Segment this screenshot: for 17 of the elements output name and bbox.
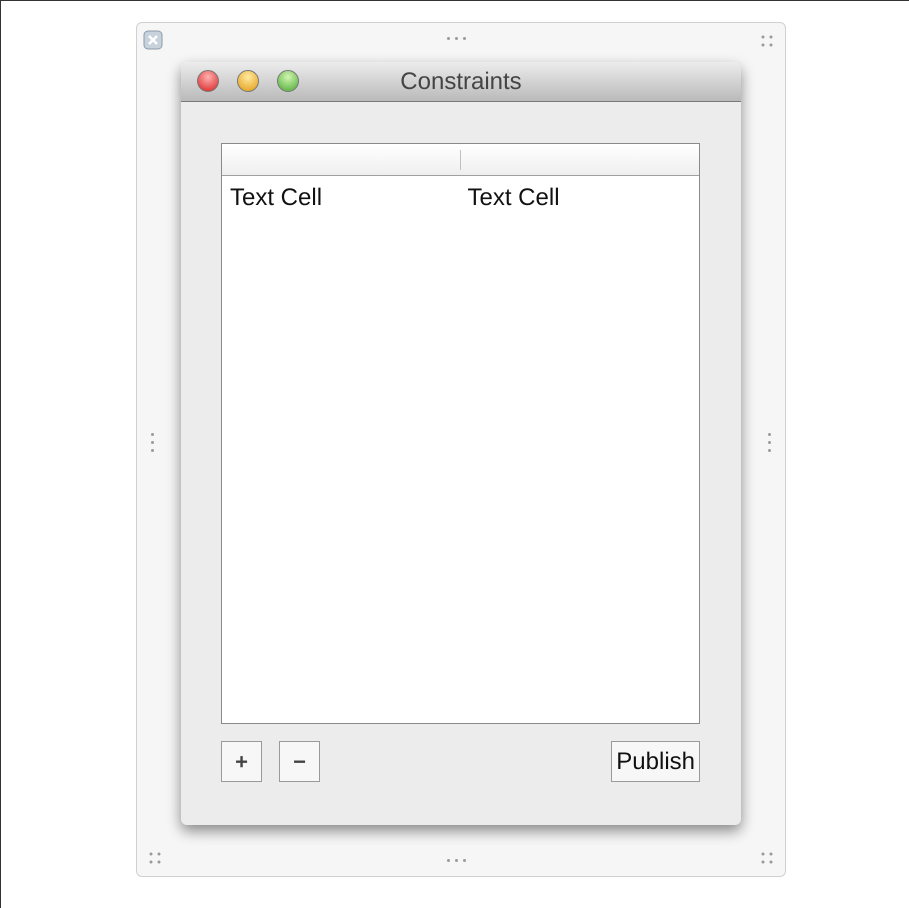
resize-handle-icon[interactable] [447, 37, 466, 40]
table-cell-text: Text Cell [229, 183, 324, 213]
add-button[interactable]: + [221, 741, 262, 782]
resize-handle-icon[interactable] [761, 35, 773, 47]
resize-handle-icon[interactable] [761, 852, 773, 864]
publish-button[interactable]: Publish [611, 741, 700, 782]
close-button[interactable] [197, 70, 219, 92]
table-cell-text: Text Cell [466, 183, 561, 213]
remove-button[interactable]: − [279, 741, 320, 782]
resize-handle-icon[interactable] [149, 852, 161, 864]
close-icon[interactable] [143, 30, 163, 50]
zoom-button[interactable] [277, 70, 299, 92]
resize-handle-icon[interactable] [151, 433, 154, 452]
window-title: Constraints [400, 66, 522, 96]
minimize-button[interactable] [237, 70, 259, 92]
resize-handle-icon[interactable] [447, 859, 466, 862]
resize-handle-icon[interactable] [768, 433, 771, 452]
